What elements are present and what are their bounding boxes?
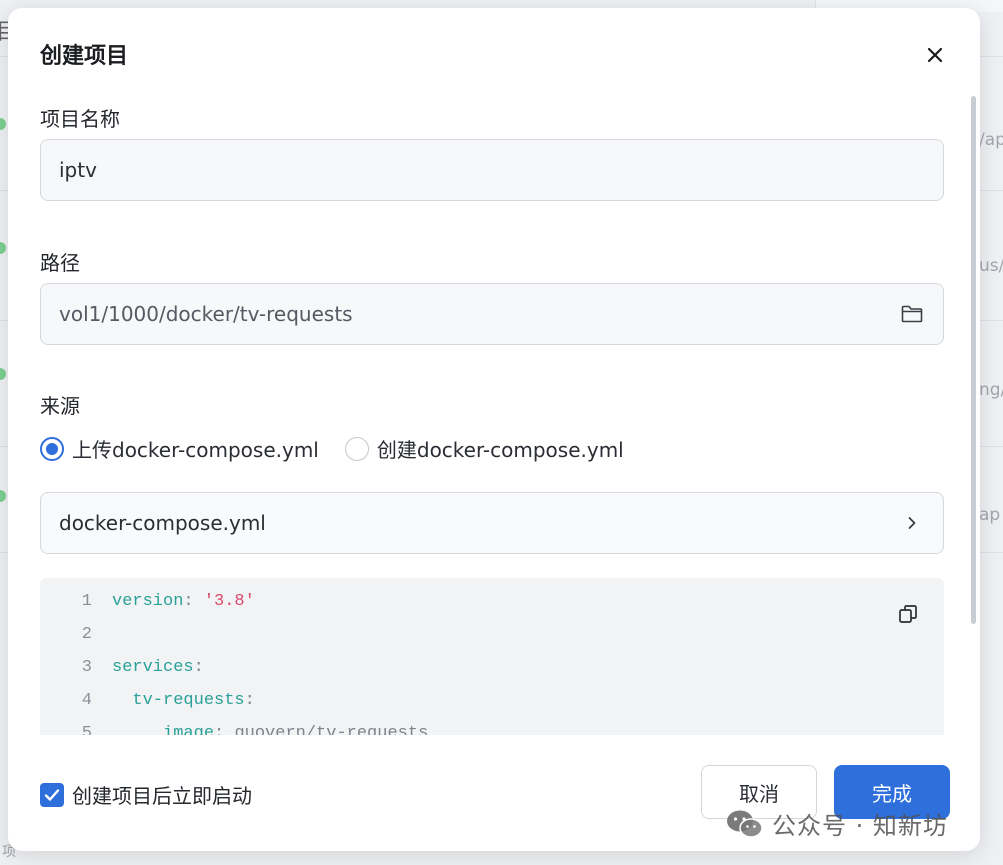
- path-label: 路径: [40, 251, 80, 275]
- close-button[interactable]: [922, 42, 948, 68]
- code-line: 2: [40, 622, 112, 646]
- status-dot-icon: [0, 118, 6, 130]
- code-separator: :: [214, 723, 235, 736]
- code-value: '3.8': [203, 591, 255, 611]
- radio-checked-icon: [40, 436, 64, 461]
- status-dot-icon: [0, 490, 6, 502]
- project-name-input[interactable]: iptv: [40, 139, 944, 201]
- code-line: 1 version: '3.8': [40, 589, 255, 613]
- path-value: vol1/1000/docker/tv-requests: [59, 302, 353, 326]
- code-separator: :: [193, 657, 204, 677]
- watermark-text: 公众号 · 知新坊: [772, 812, 948, 840]
- scrollbar[interactable]: [971, 96, 976, 624]
- line-number: 4: [81, 690, 92, 710]
- copy-icon: [899, 605, 917, 623]
- line-number: 2: [81, 624, 92, 644]
- close-icon: [927, 47, 943, 63]
- wechat-logo-icon: [727, 810, 763, 838]
- path-input[interactable]: vol1/1000/docker/tv-requests: [40, 283, 944, 345]
- code-key: tv-requests: [112, 690, 245, 710]
- code-line: 3 services:: [40, 655, 204, 679]
- folder-icon[interactable]: [899, 301, 925, 327]
- code-value: guovern/tv-requests: [234, 723, 429, 736]
- compose-code-editor[interactable]: 1 version: '3.8' 2 3 services: 4 tv-requ…: [40, 578, 944, 735]
- compose-file-selector[interactable]: docker-compose.yml: [40, 492, 944, 554]
- code-line: 5 image: guovern/tv-requests: [40, 721, 429, 736]
- autostart-checkbox[interactable]: 创建项目后立即启动: [40, 780, 252, 809]
- dialog-title: 创建项目: [40, 44, 129, 69]
- status-dot-icon: [0, 242, 6, 254]
- radio-unchecked-icon: [344, 436, 369, 461]
- project-name-label: 项目名称: [40, 107, 120, 131]
- compose-file-value: docker-compose.yml: [59, 511, 266, 535]
- copy-button[interactable]: [896, 602, 920, 626]
- radio-upload-label: 上传docker-compose.yml: [72, 438, 319, 462]
- line-number: 3: [81, 657, 92, 677]
- code-separator: :: [183, 591, 204, 611]
- code-separator: :: [244, 690, 255, 710]
- source-label: 来源: [40, 394, 80, 418]
- background-path-fragment: us/: [979, 256, 1003, 276]
- create-project-dialog: 创建项目 项目名称 iptv 路径 vol1/1000/docker/tv-re…: [8, 8, 980, 851]
- autostart-label: 创建项目后立即启动: [72, 784, 252, 808]
- checkbox-checked-icon: [40, 782, 64, 807]
- chevron-right-icon: [899, 510, 925, 536]
- project-name-value: iptv: [59, 158, 97, 182]
- code-key: services: [112, 657, 194, 677]
- line-number: 5: [81, 723, 92, 736]
- radio-create-compose[interactable]: 创建docker-compose.yml: [344, 434, 624, 463]
- code-key: version: [112, 591, 184, 611]
- radio-create-label: 创建docker-compose.yml: [376, 438, 624, 462]
- line-number: 1: [81, 591, 92, 611]
- background-path-fragment: ng/: [979, 380, 1003, 400]
- source-radio-group: 上传docker-compose.yml 创建docker-compose.ym…: [40, 434, 650, 463]
- status-dot-icon: [0, 368, 6, 380]
- background-path-fragment: ap: [979, 505, 1001, 525]
- radio-upload-compose[interactable]: 上传docker-compose.yml: [40, 434, 319, 463]
- background-path-fragment: /ap: [979, 130, 1003, 150]
- watermark: 公众号 · 知新坊: [726, 806, 948, 841]
- code-key: image: [112, 723, 215, 736]
- code-line: 4 tv-requests:: [40, 688, 255, 712]
